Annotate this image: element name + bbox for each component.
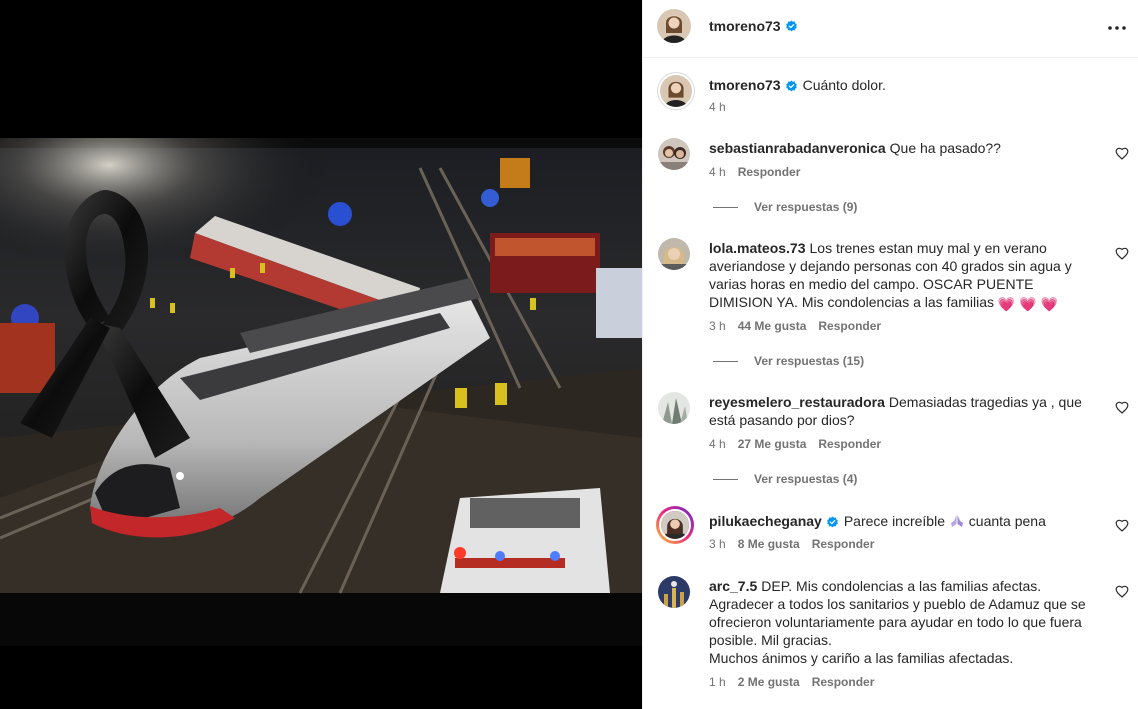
comment-username[interactable]: reyesmelero_restauradora xyxy=(709,394,885,410)
heart-emoji: 💗 💗 💗 xyxy=(997,296,1058,312)
view-replies-button[interactable]: Ver respuestas (15) xyxy=(713,354,864,368)
like-comment-button[interactable] xyxy=(1115,147,1129,161)
comment-likes[interactable]: 27 Me gusta xyxy=(738,437,807,451)
reply-button[interactable]: Responder xyxy=(812,537,875,551)
verified-badge-icon xyxy=(785,80,798,93)
heart-outline-icon xyxy=(1115,247,1129,260)
like-comment-button[interactable] xyxy=(1115,401,1129,415)
commenter-avatar[interactable] xyxy=(658,138,690,170)
verified-badge-icon xyxy=(785,20,798,33)
reply-button[interactable]: Responder xyxy=(818,319,881,333)
comment-username[interactable]: lola.mateos.73 xyxy=(709,240,806,256)
commenter-avatar[interactable] xyxy=(659,509,691,541)
reply-button[interactable]: Responder xyxy=(818,437,881,451)
comment-text-continued: cuanta pena xyxy=(968,513,1046,529)
caption-avatar[interactable] xyxy=(657,72,695,110)
verified-badge-icon xyxy=(826,516,839,529)
caption-text: Cuánto dolor. xyxy=(802,77,886,93)
comment-likes[interactable]: 44 Me gusta xyxy=(738,319,807,333)
comment-time[interactable]: 4 h xyxy=(709,165,726,179)
reply-button[interactable]: Responder xyxy=(812,675,875,689)
comment-text: DEP. Mis condolencias a las familias afe… xyxy=(709,578,1086,648)
view-replies-button[interactable]: Ver respuestas (9) xyxy=(713,200,857,214)
like-comment-button[interactable] xyxy=(1115,247,1129,261)
instagram-post-view: tmoreno73 tmoreno73 Cuánto dolor. 4 h se… xyxy=(0,0,1138,709)
post-header: tmoreno73 xyxy=(643,0,1138,58)
post-media-panel xyxy=(0,0,642,709)
comment-username[interactable]: sebastianrabadanveronica xyxy=(709,140,886,156)
post-video[interactable] xyxy=(0,138,642,646)
like-comment-button[interactable] xyxy=(1115,519,1129,533)
more-options-icon xyxy=(1108,26,1126,30)
comments-panel: tmoreno73 tmoreno73 Cuánto dolor. 4 h se… xyxy=(642,0,1138,709)
comment-time[interactable]: 4 h xyxy=(709,437,726,451)
caption-time[interactable]: 4 h xyxy=(709,100,726,114)
comment-username[interactable]: pilukaecheganay xyxy=(709,513,822,529)
more-options-button[interactable] xyxy=(1105,16,1129,40)
reply-button[interactable]: Responder xyxy=(738,165,801,179)
heart-outline-icon xyxy=(1115,147,1129,160)
comment-text-second-line: Muchos ánimos y cariño a las familias af… xyxy=(709,650,1014,666)
heart-outline-icon xyxy=(1115,519,1129,532)
comment-likes[interactable]: 8 Me gusta xyxy=(738,537,800,551)
praying-hands-emoji xyxy=(949,514,965,532)
commenter-avatar[interactable] xyxy=(658,576,690,608)
train-accident-image xyxy=(0,138,642,646)
comment-time[interactable]: 3 h xyxy=(709,537,726,551)
author-username[interactable]: tmoreno73 xyxy=(709,18,781,34)
author-avatar[interactable] xyxy=(657,9,691,43)
heart-outline-icon xyxy=(1115,585,1129,598)
comment-text: Parece increíble xyxy=(843,513,945,529)
heart-outline-icon xyxy=(1115,401,1129,414)
caption-username[interactable]: tmoreno73 xyxy=(709,77,781,93)
comment-likes[interactable]: 2 Me gusta xyxy=(738,675,800,689)
commenter-avatar[interactable] xyxy=(658,392,690,424)
like-comment-button[interactable] xyxy=(1115,585,1129,599)
comment-time[interactable]: 3 h xyxy=(709,319,726,333)
commenter-avatar[interactable] xyxy=(658,238,690,270)
comment-text: Que ha pasado?? xyxy=(889,140,1001,156)
comment-username[interactable]: arc_7.5 xyxy=(709,578,757,594)
comment-time[interactable]: 1 h xyxy=(709,675,726,689)
view-replies-button[interactable]: Ver respuestas (4) xyxy=(713,472,857,486)
